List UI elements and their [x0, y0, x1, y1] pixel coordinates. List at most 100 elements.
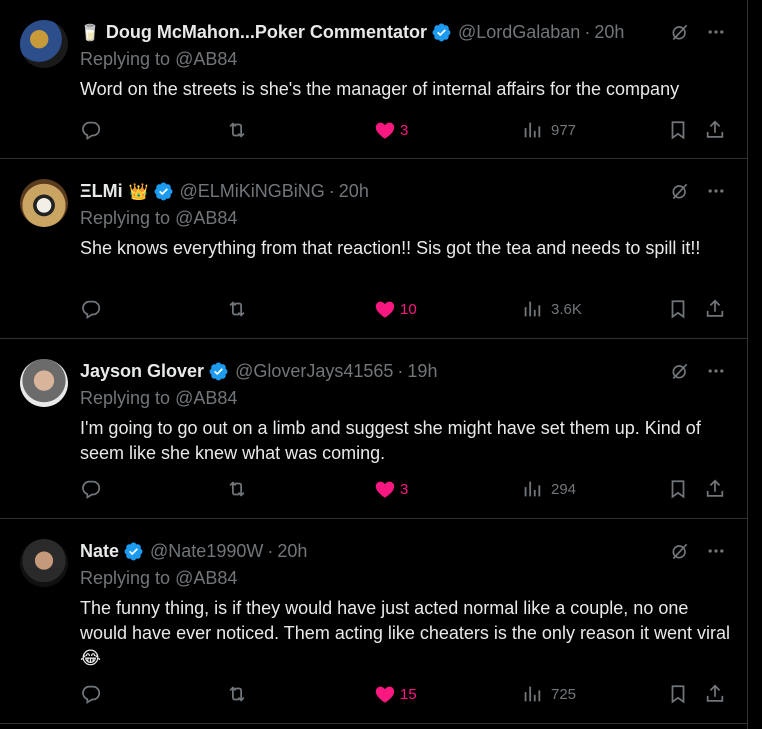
- verified-badge-icon[interactable]: [153, 181, 174, 202]
- share-button[interactable]: [704, 298, 726, 320]
- views-icon: [521, 298, 543, 320]
- retweet-button[interactable]: [226, 119, 248, 141]
- reply-icon: [80, 478, 102, 500]
- like-button[interactable]: 3: [374, 478, 408, 500]
- display-name[interactable]: Doug McMahon...Poker Commentator: [106, 22, 427, 43]
- share-button[interactable]: [704, 683, 726, 705]
- user-handle[interactable]: @Nate1990W: [150, 541, 263, 562]
- tweet-header: ΞLMi 👑 @ELMiKiNGBiNG · 20h: [80, 179, 732, 204]
- grok-icon[interactable]: [670, 541, 690, 561]
- verified-badge-icon[interactable]: [431, 22, 452, 43]
- reply-button[interactable]: [80, 119, 102, 141]
- like-count: 3: [400, 121, 409, 139]
- grok-icon[interactable]: [670, 361, 690, 381]
- replying-handle[interactable]: @AB84: [175, 208, 237, 228]
- replying-handle[interactable]: @AB84: [175, 388, 237, 408]
- replying-label: Replying to: [80, 49, 171, 69]
- user-handle[interactable]: @GloverJays41565: [235, 361, 393, 382]
- avatar[interactable]: [20, 359, 68, 407]
- bookmark-button[interactable]: [667, 683, 689, 705]
- share-button[interactable]: [704, 119, 726, 141]
- reply-button[interactable]: [80, 298, 102, 320]
- tweet-text: The funny thing, is if they would have j…: [80, 598, 731, 668]
- heart-icon: [374, 298, 396, 320]
- view-count: 725: [551, 685, 577, 703]
- reply-tweet[interactable]: 🥛 Doug McMahon...Poker Commentator @Lord…: [0, 0, 748, 159]
- share-icon: [704, 119, 726, 141]
- timestamp[interactable]: 19h: [407, 361, 437, 382]
- separator: ·: [267, 541, 274, 561]
- more-icon[interactable]: [706, 22, 726, 42]
- like-button[interactable]: 3: [374, 119, 408, 141]
- share-icon: [704, 298, 726, 320]
- avatar[interactable]: [20, 20, 68, 68]
- replying-handle[interactable]: @AB84: [175, 568, 237, 588]
- views-icon: [521, 119, 543, 141]
- more-icon[interactable]: [706, 361, 726, 381]
- reply-tweet[interactable]: ΞLMi 👑 @ELMiKiNGBiNG · 20h Replying to @…: [0, 159, 748, 339]
- reply-icon: [80, 298, 102, 320]
- name-emoji: 🥛: [80, 24, 100, 42]
- reply-tweet[interactable]: Jayson Glover @GloverJays41565 · 19h Rep…: [0, 339, 748, 519]
- replying-to: Replying to @AB84: [80, 388, 732, 412]
- name-emoji: 👑: [128, 183, 149, 201]
- reply-tweet[interactable]: Nate @Nate1990W · 20h Replying to @AB84 …: [0, 519, 748, 724]
- avatar[interactable]: [20, 539, 68, 587]
- views-button[interactable]: 294: [521, 478, 576, 500]
- timestamp[interactable]: 20h: [277, 541, 307, 562]
- action-bar: 10 3.6K: [80, 294, 728, 324]
- like-button[interactable]: 10: [374, 298, 417, 320]
- retweet-icon: [226, 298, 248, 320]
- replying-to: Replying to @AB84: [80, 49, 732, 73]
- action-bar: 3 294: [80, 474, 728, 504]
- bookmark-icon: [667, 683, 689, 705]
- reply-button[interactable]: [80, 683, 102, 705]
- views-button[interactable]: 3.6K: [521, 298, 582, 320]
- replies-feed: 🥛 Doug McMahon...Poker Commentator @Lord…: [0, 0, 748, 729]
- bookmark-button[interactable]: [667, 478, 689, 500]
- views-button[interactable]: 977: [521, 119, 576, 141]
- action-bar: 15 725: [80, 679, 728, 709]
- user-handle[interactable]: @LordGalaban: [458, 22, 580, 43]
- view-count: 3.6K: [551, 300, 582, 318]
- replying-to: Replying to @AB84: [80, 568, 732, 592]
- retweet-button[interactable]: [226, 298, 248, 320]
- reply-button[interactable]: [80, 478, 102, 500]
- views-icon: [521, 683, 543, 705]
- grok-icon[interactable]: [670, 22, 690, 42]
- like-button[interactable]: 15: [374, 683, 417, 705]
- verified-badge-icon[interactable]: [123, 541, 144, 562]
- retweet-button[interactable]: [226, 683, 248, 705]
- like-count: 15: [400, 685, 417, 703]
- timestamp[interactable]: 20h: [339, 181, 369, 202]
- replying-label: Replying to: [80, 388, 171, 408]
- more-icon[interactable]: [706, 541, 726, 561]
- bookmark-button[interactable]: [667, 298, 689, 320]
- user-handle[interactable]: @ELMiKiNGBiNG: [180, 181, 325, 202]
- header-actions: [670, 361, 726, 381]
- display-name[interactable]: Jayson Glover: [80, 361, 204, 382]
- grok-icon[interactable]: [670, 181, 690, 201]
- views-button[interactable]: 725: [521, 683, 576, 705]
- tweet-header: 🥛 Doug McMahon...Poker Commentator @Lord…: [80, 20, 732, 45]
- like-count: 10: [400, 300, 417, 318]
- avatar[interactable]: [20, 179, 68, 227]
- replying-handle[interactable]: @AB84: [175, 49, 237, 69]
- separator: ·: [328, 181, 335, 201]
- replying-label: Replying to: [80, 208, 171, 228]
- header-actions: [670, 22, 726, 42]
- action-bar: 3 977: [80, 115, 728, 145]
- separator: ·: [397, 361, 404, 381]
- bookmark-icon: [667, 298, 689, 320]
- bookmark-button[interactable]: [667, 119, 689, 141]
- retweet-button[interactable]: [226, 478, 248, 500]
- view-count: 977: [551, 121, 577, 139]
- verified-badge-icon[interactable]: [208, 361, 229, 382]
- more-icon[interactable]: [706, 181, 726, 201]
- retweet-icon: [226, 683, 248, 705]
- share-button[interactable]: [704, 478, 726, 500]
- display-name[interactable]: Nate: [80, 541, 119, 562]
- replying-label: Replying to: [80, 568, 171, 588]
- timestamp[interactable]: 20h: [594, 22, 624, 43]
- display-name[interactable]: ΞLMi: [80, 181, 123, 202]
